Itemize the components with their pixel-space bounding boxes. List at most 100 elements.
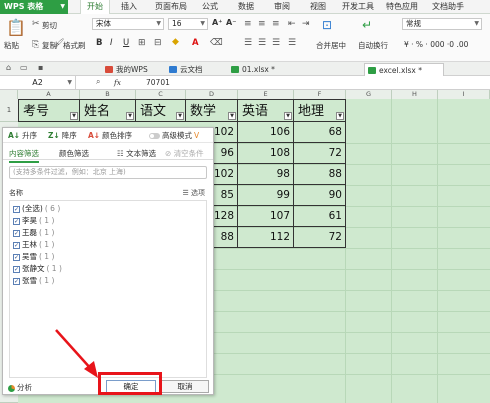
merge-icon[interactable]: ⊟	[154, 38, 162, 48]
list-item[interactable]: ✓ 张雪( 1 )	[13, 276, 54, 286]
cut-button[interactable]: 剪切	[42, 20, 57, 31]
checkbox-checked-icon[interactable]: ✓	[13, 205, 20, 213]
clear-condition-button[interactable]: ⊘ 清空条件	[165, 148, 204, 159]
column-header-c[interactable]: C	[136, 90, 186, 99]
checkbox-checked-icon[interactable]: ✓	[13, 229, 20, 237]
tab-review[interactable]: 审阅	[268, 0, 296, 14]
sort-asc-button[interactable]: A↓ 升序	[8, 130, 37, 141]
column-header-g[interactable]: G	[346, 90, 392, 99]
header-cell-geography[interactable]: 地理 ▼	[294, 99, 346, 122]
filter-dropdown-icon[interactable]: ▼	[70, 112, 78, 120]
column-header-a[interactable]: A	[18, 90, 80, 99]
tab-color-filter[interactable]: 颜色筛选	[59, 148, 89, 159]
filter-dropdown-icon[interactable]: ▼	[126, 112, 134, 120]
cell-geography[interactable]: 72	[294, 143, 346, 164]
checkbox-checked-icon[interactable]: ✓	[13, 253, 20, 261]
tab-insert[interactable]: 插入	[114, 0, 144, 14]
paste-button[interactable]: 粘贴	[4, 40, 19, 51]
cell-geography[interactable]: 90	[294, 185, 346, 206]
align-center-icon[interactable]: ☰	[258, 38, 266, 48]
column-header-i[interactable]: I	[438, 90, 490, 99]
merge-center-button[interactable]: 合并居中	[316, 40, 346, 51]
tab-formulas[interactable]: 公式	[196, 0, 224, 14]
filter-dropdown-icon[interactable]: ▼	[176, 112, 184, 120]
folder-icon[interactable]: ▭	[20, 63, 28, 72]
fx-icon[interactable]: fx	[114, 78, 121, 87]
row-header-1[interactable]: 1	[0, 99, 18, 122]
column-header-e[interactable]: E	[238, 90, 294, 99]
header-cell-chinese[interactable]: 语文 ▼	[136, 99, 186, 122]
filter-search-input[interactable]: (支持多条件过滤，例如：北京 上海)	[9, 166, 207, 179]
cell-geography[interactable]: 68	[294, 122, 346, 143]
cell-english[interactable]: 106	[238, 122, 294, 143]
cell-geography[interactable]: 72	[294, 227, 346, 248]
header-cell-english[interactable]: 英语 ▼	[238, 99, 294, 122]
tab-special[interactable]: 特色应用	[382, 0, 422, 14]
doc-tab-01xlsx[interactable]: 01.xlsx *	[228, 63, 290, 76]
tab-doc-assistant[interactable]: 文档助手	[428, 0, 468, 14]
app-menu-button[interactable]: WPS 表格 ▼	[0, 0, 68, 14]
select-all-corner[interactable]	[0, 90, 18, 99]
column-header-d[interactable]: D	[186, 90, 238, 99]
tab-content-filter[interactable]: 内容筛选	[9, 148, 39, 163]
checkbox-checked-icon[interactable]: ✓	[13, 217, 20, 225]
underline-button[interactable]: U	[123, 38, 129, 48]
advanced-mode-toggle[interactable]: 高级模式 V	[149, 130, 199, 141]
save-icon[interactable]: ▪	[38, 63, 43, 72]
clear-format-icon[interactable]: ⌫	[210, 38, 223, 48]
wrap-text-icon[interactable]: ↵	[362, 18, 372, 32]
header-cell-exam-no[interactable]: 考号 ▼	[18, 99, 80, 122]
doc-tab-cloud[interactable]: 云文档	[166, 63, 224, 76]
tab-developer[interactable]: 开发工具	[338, 0, 378, 14]
cancel-button[interactable]: 取消	[161, 380, 209, 393]
font-name-select[interactable]: 宋体 ▼	[92, 18, 164, 30]
name-box[interactable]: A2 ▼	[0, 76, 76, 89]
shrink-font-button[interactable]: A⁻	[226, 18, 236, 27]
font-color-button[interactable]: A	[192, 38, 199, 48]
align-right-icon[interactable]: ☰	[272, 38, 280, 48]
tab-page-layout[interactable]: 页面布局	[150, 0, 192, 14]
list-item[interactable]: ✓ 张静文( 1 )	[13, 264, 62, 274]
list-item-select-all[interactable]: ✓ (全选)( 6 )	[13, 204, 60, 214]
wrap-text-button[interactable]: 自动换行	[358, 40, 388, 51]
font-size-select[interactable]: 16 ▼	[168, 18, 208, 30]
sort-color-button[interactable]: A↓ 颜色排序	[88, 130, 132, 141]
format-painter-button[interactable]: 格式刷	[63, 40, 86, 51]
copy-icon[interactable]: ⎘	[32, 40, 39, 50]
tab-view[interactable]: 视图	[304, 0, 332, 14]
borders-icon[interactable]: ⊞	[138, 38, 146, 48]
list-item[interactable]: ✓ 王磊( 1 )	[13, 228, 54, 238]
checkbox-checked-icon[interactable]: ✓	[13, 265, 20, 273]
list-item[interactable]: ✓ 王林( 1 )	[13, 240, 54, 250]
column-header-f[interactable]: F	[294, 90, 346, 99]
number-format-buttons[interactable]: ¥ · % · 000 ·0 .00	[404, 40, 468, 49]
doc-tab-my-wps[interactable]: 我的WPS	[102, 63, 164, 76]
grow-font-button[interactable]: A⁺	[212, 18, 222, 27]
fill-color-icon[interactable]: ◆	[172, 37, 179, 47]
tab-home[interactable]: 开始	[80, 0, 110, 15]
filter-dropdown-icon[interactable]: ▼	[228, 112, 236, 120]
scissors-icon[interactable]: ✂	[32, 19, 40, 29]
home-icon[interactable]: ⌂	[6, 63, 11, 72]
indent-icon[interactable]: ⇤	[288, 19, 296, 29]
cell-geography[interactable]: 88	[294, 164, 346, 185]
cell-english[interactable]: 98	[238, 164, 294, 185]
outdent-icon[interactable]: ⇥	[302, 19, 310, 29]
cell-english[interactable]: 108	[238, 143, 294, 164]
justify-icon[interactable]: ☰	[288, 38, 296, 48]
paste-icon[interactable]: 📋	[6, 18, 26, 37]
checkbox-checked-icon[interactable]: ✓	[13, 277, 20, 285]
align-middle-icon[interactable]: ≡	[258, 19, 266, 29]
cell-geography[interactable]: 61	[294, 206, 346, 227]
tab-data[interactable]: 数据	[232, 0, 260, 14]
list-item[interactable]: ✓ 李昊( 1 )	[13, 216, 54, 226]
filter-dropdown-icon[interactable]: ▼	[284, 112, 292, 120]
header-cell-name[interactable]: 姓名 ▼	[80, 99, 136, 122]
checkbox-checked-icon[interactable]: ✓	[13, 241, 20, 249]
cell-english[interactable]: 107	[238, 206, 294, 227]
formula-input[interactable]: 70701	[146, 78, 170, 87]
bold-button[interactable]: B	[96, 38, 102, 48]
number-format-select[interactable]: 常规 ▼	[402, 18, 482, 30]
filter-dropdown-icon[interactable]: ▼	[336, 112, 344, 120]
doc-tab-excelxlsx[interactable]: excel.xlsx *	[364, 63, 444, 76]
